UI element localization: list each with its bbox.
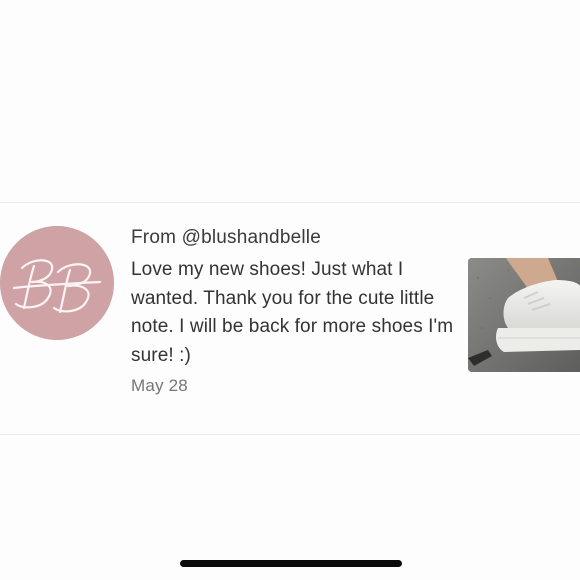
- sneaker-photo-icon: [468, 258, 580, 372]
- divider-bottom: [0, 434, 580, 435]
- monogram-logo-icon: [0, 226, 114, 340]
- home-indicator[interactable]: [180, 560, 402, 567]
- divider-top: [0, 202, 580, 203]
- review-text: Love my new shoes! Just what I wanted. T…: [131, 259, 454, 366]
- avatar[interactable]: [0, 226, 114, 340]
- review-author[interactable]: From @blushandbelle: [131, 227, 321, 249]
- product-thumbnail[interactable]: [468, 258, 580, 372]
- review-date: May 28: [131, 376, 188, 395]
